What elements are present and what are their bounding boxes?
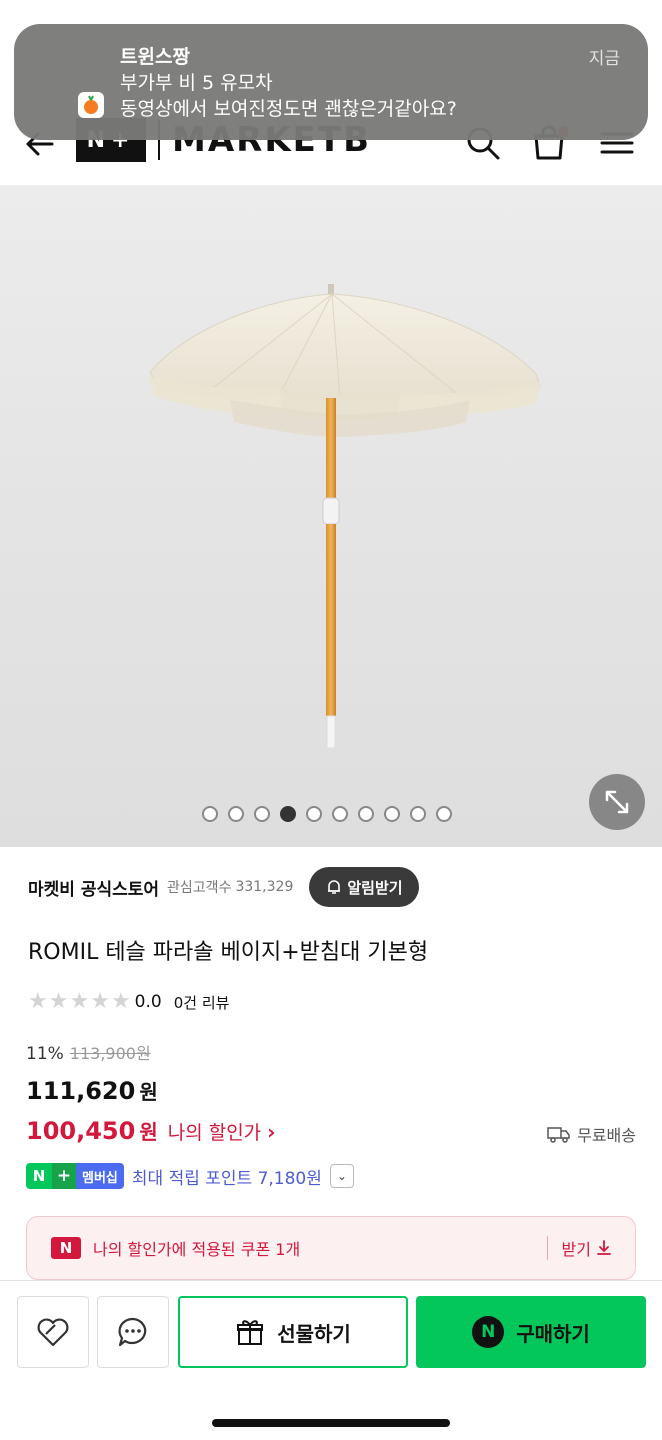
gallery-dots (0, 806, 658, 822)
sale-price-value: 111,620 (26, 1077, 136, 1105)
home-indicator[interactable] (212, 1419, 450, 1427)
star-icon: ★ (28, 989, 48, 1014)
star-rating: ★ ★ ★ ★ ★ (28, 991, 131, 1013)
discount-row: 11% 113,900원 (26, 1040, 151, 1064)
gift-icon (237, 1320, 264, 1345)
product-title: ROMIL 테슬 파라솔 베이지+받침대 기본형 (28, 940, 429, 965)
push-notification[interactable]: 트윈스짱 부가부 비 5 유모차 동영상에서 보여진정도면 괜찮은거같아요? 지… (14, 24, 648, 140)
store-row: 마켓비 공식스토어 관심고객수 331,329 알림받기 (28, 866, 648, 908)
buy-button[interactable]: N 구매하기 (416, 1296, 646, 1368)
gift-label: 선물하기 (277, 1321, 351, 1346)
follow-count: 331,329 (235, 879, 294, 895)
sale-price-currency: 원 (139, 1080, 158, 1104)
gallery-dot[interactable] (228, 806, 244, 822)
naver-pay-icon: N (472, 1316, 505, 1348)
chat-bubble-icon (118, 1317, 147, 1347)
gallery-dot[interactable] (280, 806, 296, 822)
coupon-badge: N (51, 1237, 81, 1259)
bottom-action-bar: 선물하기 N 구매하기 (0, 1280, 662, 1440)
coupon-banner[interactable]: N 나의 할인가에 적용된 쿠폰 1개 받기 (26, 1216, 636, 1280)
coupon-text: 나의 할인가에 적용된 쿠폰 1개 (93, 1240, 301, 1259)
badge-n: N (26, 1163, 52, 1189)
star-icon: ★ (90, 989, 110, 1014)
bell-plus-icon (328, 880, 341, 894)
gallery-dot[interactable] (384, 806, 400, 822)
star-icon: ★ (48, 989, 69, 1014)
membership-row[interactable]: N + 멤버십 최대 적립 포인트 7,180원 ⌄ (26, 1160, 354, 1192)
shipping-label: 무료배송 (577, 1126, 636, 1145)
star-icon: ★ (69, 989, 90, 1014)
product-image-gallery[interactable] (0, 186, 662, 847)
notification-app-icon (78, 92, 104, 118)
gallery-dot[interactable] (410, 806, 426, 822)
notification-subtitle: 부가부 비 5 유모차 (120, 72, 273, 94)
notification-time: 지금 (588, 49, 620, 69)
alarm-button[interactable]: 알림받기 (309, 867, 419, 907)
gallery-dot[interactable] (202, 806, 218, 822)
gallery-dot[interactable] (254, 806, 270, 822)
store-name[interactable]: 마켓비 공식스토어 (28, 875, 159, 900)
my-price-currency: 원 (139, 1120, 158, 1144)
expand-icon (605, 790, 629, 814)
rating-value: 0.0 (134, 992, 162, 1012)
badge-membership: 멤버십 (76, 1163, 124, 1189)
chevron-right-icon: › (267, 1120, 276, 1144)
parasol-image (148, 284, 541, 749)
notification-title: 트윈스짱 (120, 46, 190, 68)
star-icon: ★ (110, 989, 131, 1014)
gallery-dot[interactable] (358, 806, 374, 822)
expand-image-button[interactable] (589, 774, 645, 830)
rating-row[interactable]: ★ ★ ★ ★ ★ 0.0 0건 리뷰 (28, 988, 229, 1016)
talk-button[interactable] (97, 1296, 169, 1368)
my-price-label: 나의 할인가 (167, 1122, 262, 1144)
follow-label: 관심고객수 (167, 880, 232, 896)
coupon-get-label: 받기 (561, 1240, 591, 1259)
chevron-down-icon[interactable]: ⌄ (329, 1164, 354, 1188)
shipping-info: 무료배송 (547, 1122, 636, 1146)
notification-body: 동영상에서 보여진정도면 괜찮은거같아요? (120, 98, 457, 120)
sale-price: 111,620 원 (26, 1076, 158, 1105)
review-count[interactable]: 0건 리뷰 (174, 992, 230, 1013)
heart-icon (37, 1318, 69, 1347)
coupon-get-button[interactable]: 받기 (562, 1236, 613, 1260)
coupon-divider (546, 1236, 548, 1260)
download-icon (597, 1240, 611, 1255)
my-price-value: 100,450 (26, 1117, 136, 1145)
gallery-dot[interactable] (306, 806, 322, 822)
naver-plus-badge: N + 멤버십 (26, 1163, 124, 1189)
my-discount-price[interactable]: 100,450 원 나의 할인가 › (26, 1116, 275, 1145)
original-price: 113,900원 (69, 1044, 151, 1063)
membership-points: 최대 적립 포인트 7,180원 (131, 1168, 322, 1189)
alarm-button-label: 알림받기 (347, 878, 403, 897)
gift-button[interactable]: 선물하기 (178, 1296, 408, 1368)
truck-icon (547, 1127, 570, 1143)
gallery-dot[interactable] (436, 806, 452, 822)
carrot-icon (84, 95, 98, 114)
discount-rate: 11% (26, 1044, 64, 1064)
badge-plus: + (52, 1163, 76, 1189)
gallery-dot[interactable] (332, 806, 348, 822)
buy-label: 구매하기 (516, 1321, 590, 1346)
wishlist-button[interactable] (17, 1296, 89, 1368)
